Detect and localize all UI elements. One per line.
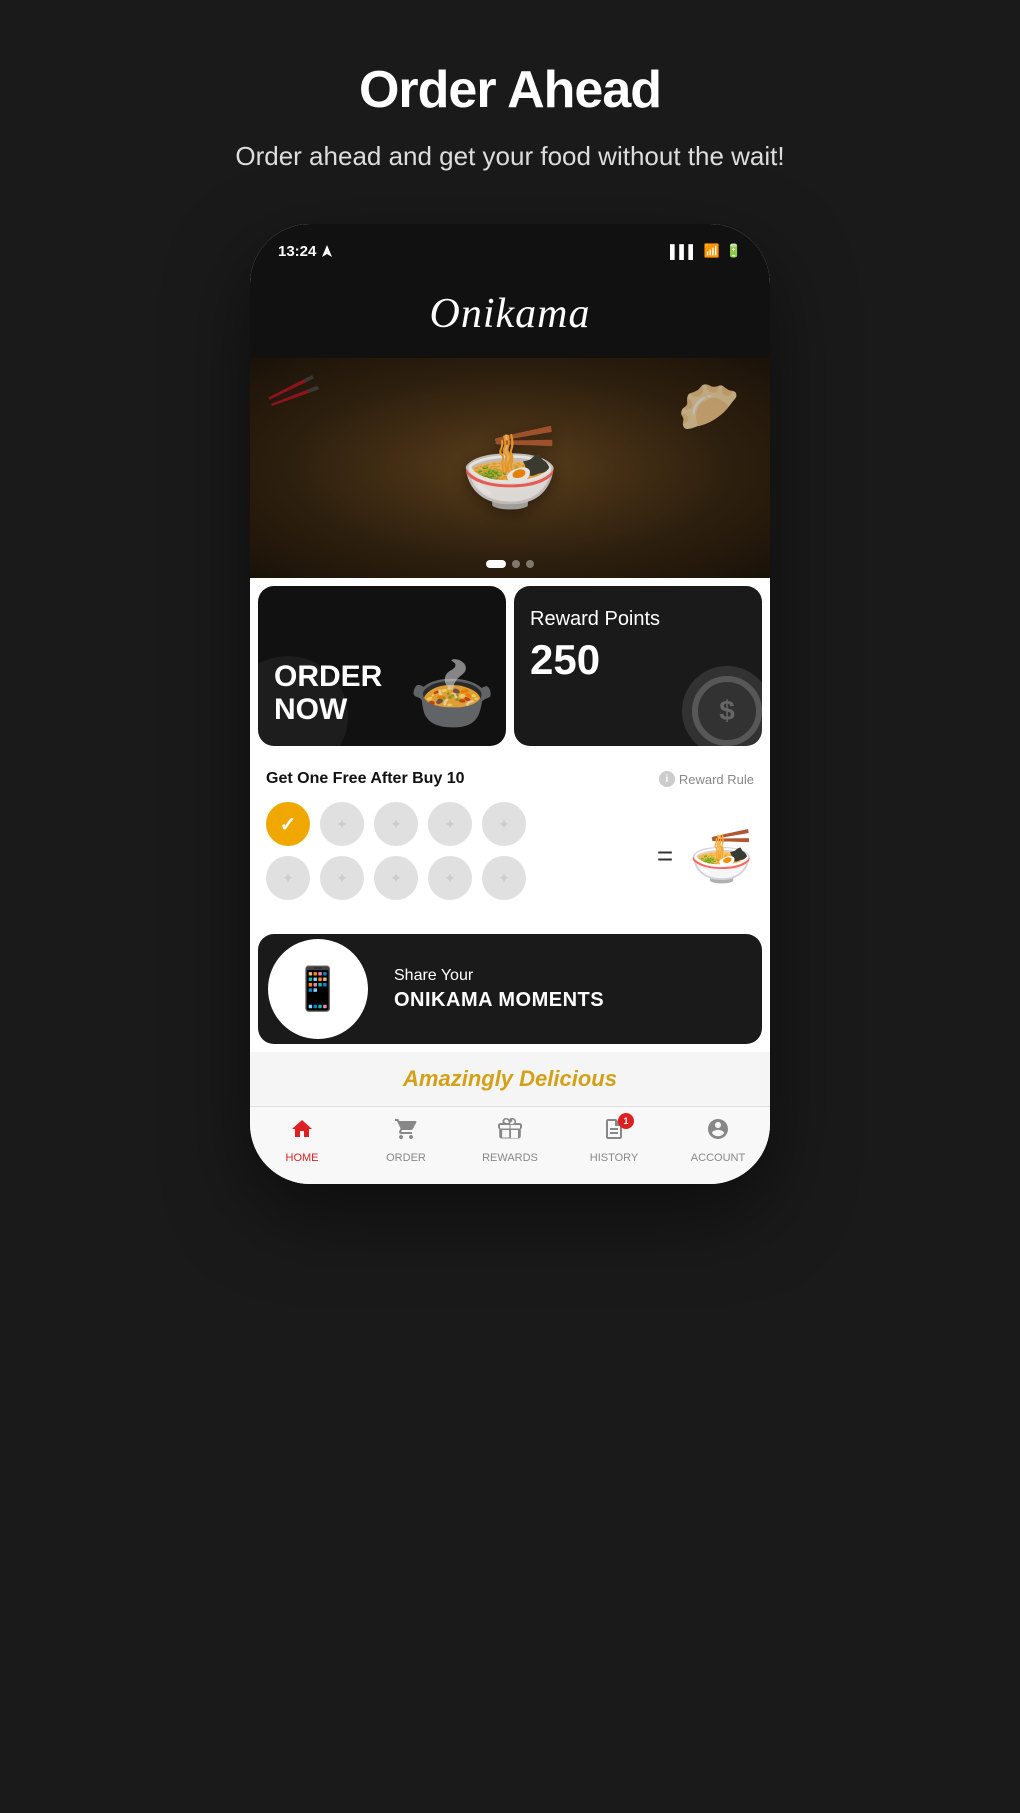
share-circle: 📱 <box>268 939 368 1039</box>
hero-dot-2 <box>512 560 520 568</box>
cards-row: ORDER NOW 🍲 Reward Points 250 $ <box>250 578 770 754</box>
food-visual: 🥢 🍜 🥟 <box>250 358 770 578</box>
stamp-2 <box>320 802 364 846</box>
hero-bowl-icon: 🍜 <box>460 421 560 515</box>
nav-label-rewards: REWARDS <box>482 1152 538 1164</box>
share-bottom-text: ONIKAMA MOMENTS <box>394 989 746 1012</box>
loyalty-title: Get One Free After Buy 10 <box>266 770 465 788</box>
stamp-7 <box>320 856 364 900</box>
dots-row-2 <box>266 856 641 900</box>
status-icons: ▌▌▌ 📶 🔋 <box>670 243 742 259</box>
phone-mockup: 13:24 ▌▌▌ 📶 🔋 Onikama 🥢 🍜 🥟 <box>250 224 770 1184</box>
status-bar: 13:24 ▌▌▌ 📶 🔋 <box>250 224 770 278</box>
app-header: Onikama <box>250 278 770 358</box>
nav-label-home: HOME <box>286 1152 319 1164</box>
chopsticks-icon: 🥢 <box>263 361 326 422</box>
order-now-text: ORDER NOW <box>274 660 490 726</box>
rewards-icon <box>498 1117 522 1148</box>
bottom-nav: HOME ORDER REWARDS <box>250 1106 770 1184</box>
page-title: Order Ahead <box>359 60 661 120</box>
equals-icon: = <box>651 840 679 872</box>
notch <box>430 224 590 256</box>
nav-item-order[interactable]: ORDER <box>354 1117 458 1164</box>
hero-dots <box>486 560 534 568</box>
order-now-card[interactable]: ORDER NOW 🍲 <box>258 586 506 746</box>
reward-label: Reward Points <box>530 606 746 632</box>
dots-container <box>266 802 641 910</box>
stamp-10 <box>482 856 526 900</box>
teaser-text: Amazingly Delicious <box>266 1066 754 1092</box>
nav-label-order: ORDER <box>386 1152 426 1164</box>
loyalty-section: Get One Free After Buy 10 i Reward Rule <box>250 754 770 926</box>
home-icon <box>290 1117 314 1148</box>
share-left: 📱 <box>258 934 378 1044</box>
stamp-8 <box>374 856 418 900</box>
order-icon <box>394 1117 418 1148</box>
stamp-5 <box>482 802 526 846</box>
hero-dot-3 <box>526 560 534 568</box>
share-banner[interactable]: 📱 Share Your ONIKAMA MOMENTS <box>258 934 762 1044</box>
stamp-3 <box>374 802 418 846</box>
reward-bowl-icon: 🍜 <box>689 826 754 887</box>
reward-points: 250 <box>530 636 746 684</box>
nav-label-history: HISTORY <box>590 1152 639 1164</box>
stamp-1 <box>266 802 310 846</box>
history-icon: 1 <box>602 1117 626 1148</box>
stamp-9 <box>428 856 472 900</box>
reward-card[interactable]: Reward Points 250 $ <box>514 586 762 746</box>
loyalty-dots-grid: = 🍜 <box>266 802 754 910</box>
hero-dot-1 <box>486 560 506 568</box>
status-time: 13:24 <box>278 243 332 260</box>
share-top-text: Share Your <box>394 967 746 985</box>
bottom-teaser: Amazingly Delicious <box>250 1052 770 1106</box>
stamp-6 <box>266 856 310 900</box>
side-food-icon: 🥟 <box>678 378 740 437</box>
reward-coin-inner: $ <box>692 676 762 746</box>
app-logo: Onikama <box>250 290 770 338</box>
loyalty-header: Get One Free After Buy 10 i Reward Rule <box>266 770 754 788</box>
stamp-4 <box>428 802 472 846</box>
account-icon <box>706 1117 730 1148</box>
share-text: Share Your ONIKAMA MOMENTS <box>378 967 762 1012</box>
nav-item-account[interactable]: ACCOUNT <box>666 1117 770 1164</box>
history-badge: 1 <box>618 1113 634 1129</box>
hero-image: 🥢 🍜 🥟 <box>250 358 770 578</box>
reward-rule[interactable]: i Reward Rule <box>659 771 754 787</box>
reward-rule-icon: i <box>659 771 675 787</box>
reward-rule-label: Reward Rule <box>679 772 754 787</box>
page-subtitle: Order ahead and get your food without th… <box>235 138 784 174</box>
nav-item-history[interactable]: 1 HISTORY <box>562 1117 666 1164</box>
nav-item-rewards[interactable]: REWARDS <box>458 1117 562 1164</box>
nav-label-account: ACCOUNT <box>691 1152 745 1164</box>
dots-row-1 <box>266 802 641 846</box>
nav-item-home[interactable]: HOME <box>250 1117 354 1164</box>
